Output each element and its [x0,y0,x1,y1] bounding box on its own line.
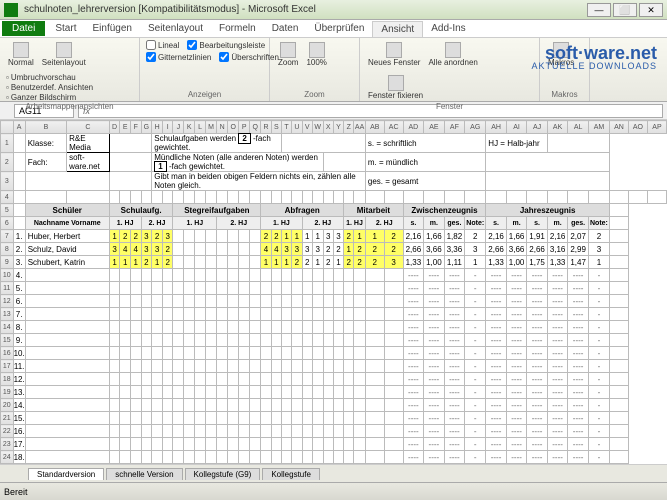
col-header[interactable]: AA [354,121,366,134]
col-header[interactable]: AG [465,121,486,134]
col-header[interactable]: AC [384,121,403,134]
col-header[interactable]: W [312,121,323,134]
gitter-check[interactable]: Gitternetzlinien [146,52,211,62]
col-header[interactable]: Y [333,121,343,134]
status-text: Bereit [4,487,28,497]
excel-icon [4,3,18,17]
col-header[interactable]: F [130,121,141,134]
col-header[interactable]: U [292,121,302,134]
col-header[interactable]: G [141,121,152,134]
ribbon: soft·ware.net AKTUELLE DOWNLOADS Normal … [0,38,667,102]
tab-daten[interactable]: Daten [264,21,307,36]
status-bar: Bereit [0,482,667,500]
col-header[interactable]: AM [588,121,609,134]
col-header[interactable]: Q [250,121,261,134]
tab-addins[interactable]: Add-Ins [423,21,473,36]
col-header[interactable]: V [302,121,312,134]
col-header[interactable]: I [162,121,173,134]
tab-ansicht[interactable]: Ansicht [372,21,423,37]
col-header[interactable]: R [261,121,271,134]
col-header[interactable]: O [228,121,239,134]
benutz-button[interactable]: ▫Benutzerdef. Ansichten [6,83,93,92]
col-header[interactable]: M [206,121,217,134]
col-header[interactable]: K [184,121,195,134]
col-header[interactable]: H [152,121,163,134]
col-header[interactable]: D [109,121,120,134]
col-header[interactable]: AN [610,121,629,134]
tab-formeln[interactable]: Formeln [211,21,264,36]
window-title: schulnoten_lehrerversion [Kompatibilität… [24,4,587,15]
alle-anordnen-button[interactable]: Alle anordnen [426,40,479,69]
lineal-check[interactable]: Lineal [146,40,179,50]
col-header[interactable]: N [217,121,228,134]
col-header[interactable]: AB [365,121,384,134]
col-header[interactable]: AK [547,121,568,134]
col-header[interactable]: J [173,121,184,134]
student-name[interactable]: Schubert, Katrin [25,256,109,269]
col-header[interactable]: AL [568,121,589,134]
col-header[interactable]: AH [486,121,507,134]
col-header[interactable]: B [25,121,66,134]
col-header[interactable]: E [120,121,131,134]
tab-einfugen[interactable]: Einfügen [84,21,139,36]
sheet-tab-active[interactable]: Standardversion [28,468,104,480]
header-schuler: Schüler [25,204,109,217]
col-header[interactable]: AP [647,121,666,134]
col-header[interactable]: X [323,121,333,134]
col-header[interactable]: L [195,121,206,134]
col-header[interactable]: Z [344,121,354,134]
col-header[interactable]: S [271,121,281,134]
col-header[interactable]: AI [506,121,527,134]
maximize-button[interactable]: ⬜ [613,3,637,17]
student-name[interactable]: Schulz, David [25,243,109,256]
tab-seitenlayout[interactable]: Seitenlayout [140,21,211,36]
col-header[interactable]: C [67,121,110,134]
col-header[interactable]: AO [628,121,647,134]
col-header[interactable]: AD [403,121,424,134]
tab-uberprufen[interactable]: Überprüfen [306,21,372,36]
file-tab[interactable]: Datei [2,21,45,36]
watermark: soft·ware.net AKTUELLE DOWNLOADS [531,44,657,71]
normal-view-button[interactable]: Normal [6,40,36,69]
student-name[interactable]: Huber, Herbert [25,230,109,243]
col-header[interactable]: A [13,121,25,134]
page-layout-button[interactable]: Seitenlayout [40,40,88,69]
zoom100-button[interactable]: 100% [304,40,328,90]
col-header[interactable]: AF [444,121,465,134]
col-header[interactable]: P [239,121,250,134]
umbruch-button[interactable]: ▫Umbruchvorschau [6,73,93,82]
zoom-button[interactable]: Zoom [276,40,300,90]
col-header[interactable]: T [281,121,291,134]
col-header[interactable]: AJ [527,121,548,134]
sheet-tab-1[interactable]: schnelle Version [106,468,182,480]
bearb-check[interactable]: Bearbeitungsleiste [187,40,265,50]
fenster-fix-button[interactable]: Fenster fixieren [366,73,425,102]
minimize-button[interactable]: — [587,3,611,17]
close-button[interactable]: ✕ [639,3,663,17]
col-header[interactable]: AE [424,121,445,134]
ganz-button[interactable]: ▫Ganzer Bildschirm [6,93,93,102]
neues-fenster-button[interactable]: Neues Fenster [366,40,422,69]
tab-start[interactable]: Start [47,21,84,36]
ribbon-tabs: Datei Start Einfügen Seitenlayout Formel… [0,20,667,38]
sheet-tab-3[interactable]: Kollegstufe [262,468,320,480]
spreadsheet-grid[interactable]: ABCDEFGHIJKLMNOPQRSTUVWXYZAAABACADAEAFAG… [0,120,667,480]
sheet-tabs: Standardversion schnelle Version Kollegs… [0,464,667,482]
sheet-tab-2[interactable]: Kollegstufe (G9) [185,468,261,480]
